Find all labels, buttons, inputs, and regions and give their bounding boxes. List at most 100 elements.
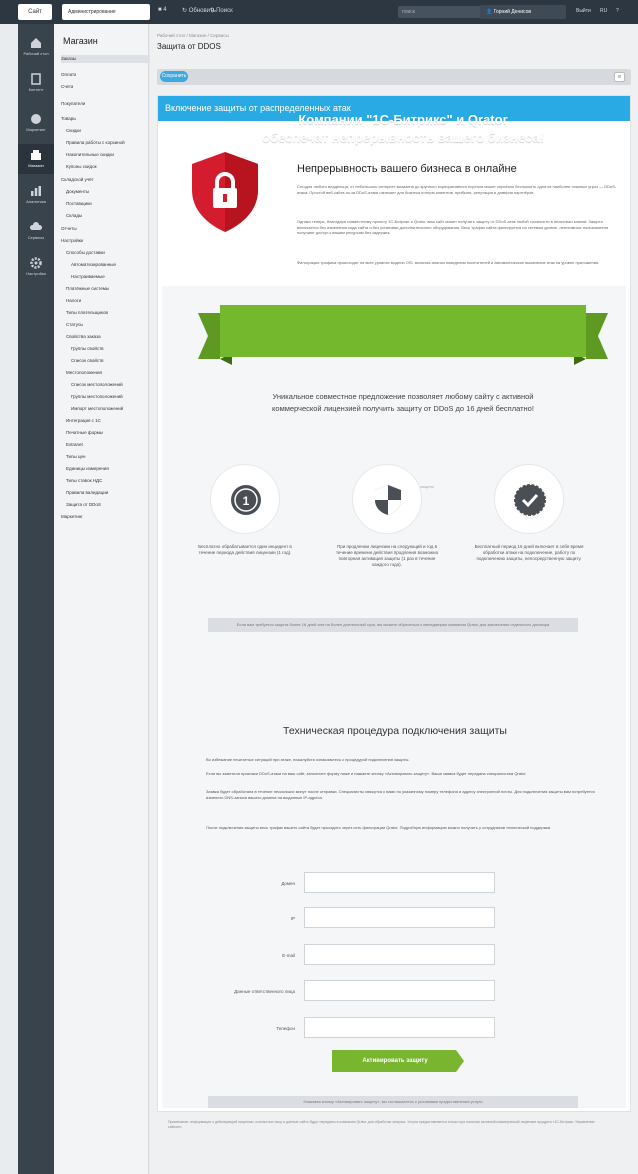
help-link[interactable]: ?	[616, 8, 619, 14]
main-area: Рабочий стол / Магазин / Сервисы Защита …	[150, 24, 638, 1174]
tech-paragraph: Во избежание нештатных ситуаций при атак…	[206, 757, 410, 762]
notifications-icon[interactable]: ■ 4	[158, 7, 167, 13]
menu-item[interactable]: Группы местоположений	[71, 393, 123, 401]
menu-item[interactable]: Оплата	[61, 71, 76, 79]
nav-analytics[interactable]: Аналитика	[18, 180, 54, 210]
menu-item[interactable]: Скидки	[66, 127, 81, 135]
nav-store[interactable]: Магазин	[18, 144, 54, 174]
intro-paragraph: Однако теперь, благодаря совместному про…	[297, 219, 609, 236]
logout-link[interactable]: Выйти	[576, 8, 591, 14]
menu-item[interactable]: Настраиваемые	[71, 273, 105, 281]
ribbon-title-line1: Компании "1С-Битрикс" и Qrator	[298, 112, 508, 127]
menu-item[interactable]: Импорт местоположений	[71, 405, 123, 413]
footnote: Примечание: информация о действующей лиц…	[168, 1120, 595, 1129]
left-icon-bar: Рабочий стол Контент Маркетинг Магазин А…	[18, 24, 54, 1174]
menu-item[interactable]: Способы доставки	[66, 249, 105, 257]
ddos-panel: Включение защиты от распределенных атак …	[157, 95, 631, 1112]
menu-item[interactable]: Документы	[66, 188, 89, 196]
menu-item[interactable]: Маркетинг	[61, 513, 83, 521]
feature-circle: 1	[210, 464, 280, 534]
menu-item[interactable]: Типы плательщиков	[66, 309, 108, 317]
menu-item[interactable]: Защита от DDoS	[66, 501, 101, 509]
menu-item[interactable]: Типы цен	[66, 453, 86, 461]
menu-item[interactable]: Единицы измерения	[66, 465, 109, 473]
menu-item[interactable]: Налоги	[66, 297, 81, 305]
menu-item[interactable]: Правила работы с корзиной	[66, 139, 125, 147]
note-bar: Если вам требуется защита более 16 дней …	[208, 618, 578, 632]
tech-paragraph: Если вы заметили признаки DDoS-атаки на …	[206, 771, 527, 776]
activate-button[interactable]: Активировать защиту	[332, 1050, 464, 1072]
promo-ribbon	[198, 305, 608, 365]
bottom-note-bar: Нажимая кнопку «Активировать защиту», вы…	[208, 1096, 578, 1108]
menu-item[interactable]: Купоны скидок	[66, 163, 97, 171]
menu-item[interactable]: Счета	[61, 83, 73, 91]
nav-content[interactable]: Контент	[18, 68, 54, 98]
search-link[interactable]: ⚲ Поиск	[210, 7, 233, 14]
feature-circle	[494, 464, 564, 534]
menu-item[interactable]: Товары	[61, 115, 76, 123]
menu-item[interactable]: Отчеты	[61, 225, 77, 233]
menu-title: Магазин	[63, 36, 98, 46]
menu-item[interactable]: Правила валидации	[66, 489, 108, 497]
menu-item[interactable]: Автоматизированные	[71, 261, 116, 269]
user-menu[interactable]: 👤 Горний Денисов	[480, 5, 566, 19]
intro-paragraph: Фильтрация трафика происходит на всех ур…	[297, 260, 600, 265]
feature-text: При продлении лицензии на следующий и го…	[336, 544, 438, 567]
shield-lock-icon	[192, 152, 258, 232]
menu-item[interactable]: Интеграция с 1С	[66, 417, 101, 425]
menu-item[interactable]: Накопительные скидки	[66, 151, 114, 159]
intro-paragraph: Сегодня любого владельца, от небольшого …	[297, 184, 617, 195]
offer-line: Уникальное совместное предложение позвол…	[272, 392, 534, 401]
number-one-icon: 1	[231, 485, 261, 515]
menu-item[interactable]: Список местоположений	[71, 381, 123, 389]
intro-title: Непрерывность вашего бизнеса в онлайне	[297, 163, 517, 175]
menu-item[interactable]: Платёжные системы	[66, 285, 109, 293]
breadcrumb[interactable]: Рабочий стол / Магазин / Сервисы	[157, 33, 229, 38]
cloud-icon	[30, 222, 42, 230]
tech-title: Техническая процедура подключения защиты	[283, 725, 507, 737]
ip-label: IP	[290, 916, 295, 921]
menu-item[interactable]: Печатные формы	[66, 429, 103, 437]
marketing-icon	[31, 114, 41, 124]
menu-item[interactable]: Группы свойств	[71, 345, 104, 353]
nav-settings[interactable]: Настройки	[18, 252, 54, 282]
phone-field[interactable]	[304, 1017, 495, 1038]
gear-icon	[30, 257, 42, 269]
svg-text:1: 1	[243, 494, 250, 508]
contact-field[interactable]	[304, 980, 495, 1001]
menu-item[interactable]: Покупатели	[61, 100, 85, 108]
menu-item[interactable]: Свойства заказа	[66, 333, 101, 341]
language-link[interactable]: RU	[600, 8, 607, 14]
email-field[interactable]	[304, 944, 495, 965]
menu-item[interactable]: Список свойств	[71, 357, 104, 365]
menu-item[interactable]: Местоположения	[66, 369, 102, 377]
domain-field[interactable]	[304, 872, 495, 893]
contact-label: Данные ответственного лица	[234, 989, 295, 994]
phone-label: Телефон	[276, 1026, 295, 1031]
section-menu: Магазин Заказы Оплата Счета Покупатели Товар…	[54, 24, 153, 1174]
menu-item[interactable]: Склады	[66, 212, 82, 220]
nav-services[interactable]: Сервисы	[18, 216, 54, 246]
save-button[interactable]: Сохранить	[160, 71, 188, 82]
menu-item[interactable]: Статусы	[66, 321, 83, 329]
page-title: Защита от DDOS	[157, 42, 221, 51]
menu-item[interactable]: Заказы	[61, 55, 153, 63]
ip-field[interactable]	[304, 907, 495, 928]
menu-item[interactable]: Поставщики	[66, 200, 92, 208]
menu-item[interactable]: Складской учёт	[61, 176, 94, 184]
left-gutter	[0, 24, 18, 1174]
domain-label: Домен	[281, 881, 295, 886]
menu-item[interactable]: Типы ставок НДС	[66, 477, 102, 485]
document-icon	[31, 73, 41, 85]
home-icon	[31, 38, 41, 48]
nav-desktop[interactable]: Рабочий стол	[18, 32, 54, 62]
menu-item[interactable]: Extranet	[66, 441, 83, 449]
menu-toggle-button[interactable]: ☰	[614, 72, 625, 82]
search-input[interactable]: поиск	[398, 6, 488, 18]
site-button[interactable]: Сайт	[18, 4, 52, 20]
menu-item[interactable]: Настройки	[61, 237, 83, 245]
ribbon-title-line2: обеспечат непрерывность вашего бизнеса!	[262, 130, 544, 145]
admin-button[interactable]: Администрирование	[62, 4, 150, 20]
nav-marketing[interactable]: Маркетинг	[18, 108, 54, 138]
store-icon	[31, 150, 41, 160]
